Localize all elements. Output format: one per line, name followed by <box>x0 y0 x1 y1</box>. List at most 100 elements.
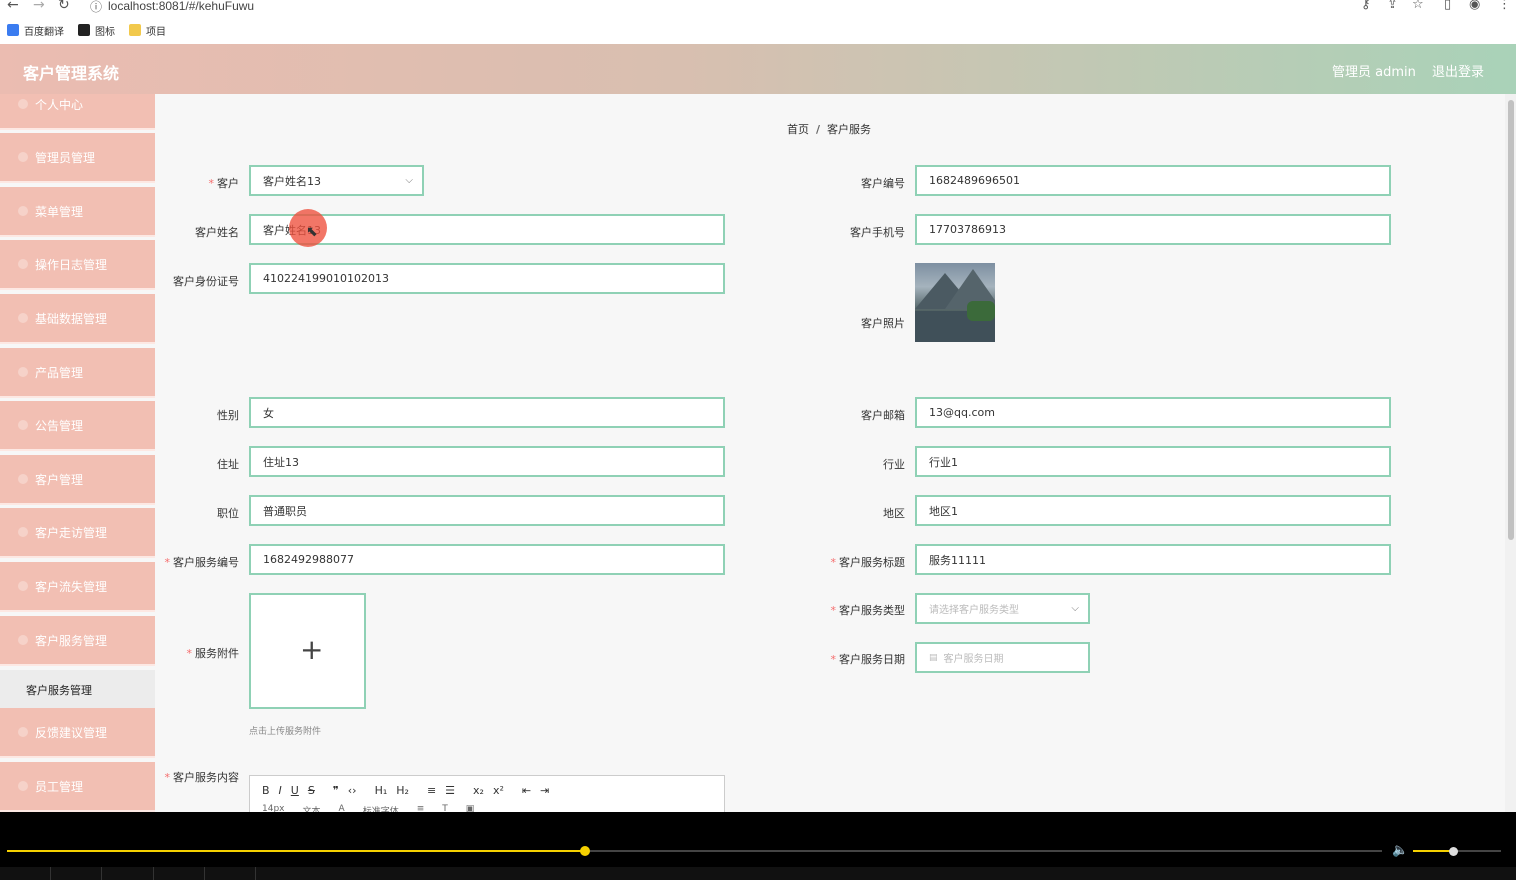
share-icon[interactable]: ⇪ <box>1387 0 1398 12</box>
back-icon[interactable]: ← <box>7 0 19 13</box>
service-date-picker[interactable]: ▤ 客户服务日期 <box>915 642 1090 673</box>
outdent-button[interactable]: ⇤ <box>522 784 531 797</box>
superscript-button[interactable]: x² <box>493 784 504 797</box>
sidebar-item-log[interactable]: 操作日志管理 <box>0 240 155 290</box>
sidebar-item-staff[interactable]: 员工管理 <box>0 762 155 812</box>
position-field[interactable]: 普通职员 <box>249 495 725 526</box>
service-no-field[interactable]: 1682492988077 <box>249 544 725 575</box>
bookmark-project[interactable]: 项目 <box>129 23 166 38</box>
url-text[interactable]: localhost:8081/#/kehuFuwu <box>108 0 254 13</box>
sidebar-item-notice[interactable]: 公告管理 <box>0 401 155 451</box>
info-icon[interactable]: ⓘ <box>90 0 102 15</box>
email-label: 客户邮箱 <box>861 409 905 422</box>
italic-button[interactable]: I <box>279 784 282 797</box>
volume-icon[interactable]: 🔈 <box>1392 843 1408 858</box>
service-type-select[interactable]: 请选择客户服务类型 ⌵ <box>915 593 1090 624</box>
sidebar-item-label: 反馈建议管理 <box>35 725 108 740</box>
address-row: ← → ↻ ⓘ localhost:8081/#/kehuFuwu ⚷ ⇪ ☆ … <box>0 0 1516 16</box>
sidebar-item-feedback[interactable]: 反馈建议管理 <box>0 708 155 758</box>
sidebar-item-label: 菜单管理 <box>35 204 84 219</box>
header-select[interactable]: 文本 <box>303 804 321 812</box>
customer-label: * 客户 <box>208 177 240 190</box>
sidebar-subitem-service[interactable]: 客户服务管理 <box>0 670 155 710</box>
idcard-field[interactable]: 410224199010102013 <box>249 263 725 294</box>
scrollbar-thumb[interactable] <box>1508 100 1514 540</box>
volume-handle[interactable] <box>1448 847 1458 856</box>
customer-photo[interactable] <box>915 263 995 342</box>
email-field[interactable]: 13@qq.com <box>915 397 1391 428</box>
divider <box>50 867 51 880</box>
code-button[interactable]: ‹› <box>348 784 357 797</box>
video-player-bar: 🔈 <box>0 812 1516 880</box>
logout-link[interactable]: 退出登录 <box>1432 61 1484 80</box>
clear-format-button[interactable]: T <box>442 804 448 812</box>
star-icon[interactable]: ☆ <box>1412 0 1424 12</box>
underline-button[interactable]: U <box>291 784 299 797</box>
sidebar-item-personal-center[interactable]: 个人中心 <box>0 94 155 130</box>
industry-field[interactable]: 行业1 <box>915 446 1391 477</box>
bold-button[interactable]: B <box>262 784 270 797</box>
service-title-label: * 客户服务标题 <box>830 556 906 569</box>
gender-field[interactable]: 女 <box>249 397 725 428</box>
sidebar-item-visit[interactable]: 客户走访管理 <box>0 508 155 558</box>
editor-toolbar-row2: 14px 文本 A 标准字体 ≡ T ▣ <box>262 804 492 812</box>
log-icon <box>18 259 28 269</box>
sidebar-item-service[interactable]: 客户服务管理 <box>0 616 155 666</box>
indent-button[interactable]: ⇥ <box>540 784 549 797</box>
staff-icon <box>18 781 28 791</box>
sidebar-item-customer[interactable]: 客户管理 <box>0 455 155 505</box>
sidebar-item-churn[interactable]: 客户流失管理 <box>0 562 155 612</box>
sidebar-item-admin[interactable]: 管理员管理 <box>0 133 155 183</box>
sidebar-item-label: 产品管理 <box>35 365 84 380</box>
customer-no-field[interactable]: 1682489696501 <box>915 165 1391 196</box>
breadcrumb-home[interactable]: 首页 <box>787 123 809 136</box>
service-icon <box>18 635 28 645</box>
h2-button[interactable]: H₂ <box>396 784 409 797</box>
divider <box>101 867 102 880</box>
rich-text-editor[interactable]: B I U S ❞ ‹› H₁ H₂ ≡ ☰ x₂ x² ⇤ ⇥ 14px 文本… <box>249 775 725 812</box>
address-field[interactable]: 住址13 <box>249 446 725 477</box>
customer-select[interactable]: 客户姓名13 ⌵ <box>249 165 424 196</box>
region-label: 地区 <box>883 507 905 520</box>
region-field[interactable]: 地区1 <box>915 495 1391 526</box>
sidebar-item-product[interactable]: 产品管理 <box>0 348 155 398</box>
phone-field[interactable]: 17703786913 <box>915 214 1391 245</box>
sidebar-item-menu[interactable]: 菜单管理 <box>0 187 155 237</box>
profile-icon[interactable]: ◉ <box>1469 0 1480 12</box>
image-button[interactable]: ▣ <box>466 804 475 812</box>
chevron-down-icon: ⌵ <box>1071 603 1079 614</box>
industry-label: 行业 <box>883 458 905 471</box>
align-button[interactable]: ≡ <box>417 804 425 812</box>
page-scrollbar[interactable] <box>1505 94 1516 812</box>
seek-track[interactable] <box>7 850 1382 852</box>
h1-button[interactable]: H₁ <box>375 784 388 797</box>
menu-list-icon <box>18 206 28 216</box>
subscript-button[interactable]: x₂ <box>473 784 484 797</box>
font-color-button[interactable]: A <box>339 804 345 812</box>
chevron-down-icon: ⌵ <box>405 175 413 186</box>
service-title-field[interactable]: 服务11111 <box>915 544 1391 575</box>
bookmark-icons[interactable]: 图标 <box>78 23 115 38</box>
seek-progress <box>7 850 585 852</box>
font-size-select[interactable]: 14px <box>262 804 285 812</box>
reload-icon[interactable]: ↻ <box>58 0 70 13</box>
service-date-placeholder: 客户服务日期 <box>943 654 1004 665</box>
bullet-list-button[interactable]: ☰ <box>445 784 455 797</box>
sidebar-item-basic-data[interactable]: 基础数据管理 <box>0 294 155 344</box>
seek-handle[interactable] <box>579 846 590 856</box>
ordered-list-button[interactable]: ≡ <box>427 784 436 797</box>
sidepanel-icon[interactable]: ▯ <box>1444 0 1451 12</box>
font-family-select[interactable]: 标准字体 <box>363 804 399 812</box>
app-header: 客户管理系统 管理员 admin 退出登录 <box>0 44 1516 94</box>
service-type-placeholder: 请选择客户服务类型 <box>929 605 1019 616</box>
main-content: 首页 / 客户服务 * 客户 客户姓名13 ⌵ 客户编号 1682489696501 … <box>155 94 1505 812</box>
menu-icon[interactable]: ⋮ <box>1498 0 1511 12</box>
quote-button[interactable]: ❞ <box>333 784 339 797</box>
strike-button[interactable]: S <box>308 784 315 797</box>
bookmark-baidu-translate[interactable]: 百度翻译 <box>7 23 64 38</box>
phone-label: 客户手机号 <box>850 226 905 239</box>
key-icon[interactable]: ⚷ <box>1361 0 1371 12</box>
forward-icon[interactable]: → <box>33 0 45 13</box>
attachment-upload[interactable]: + <box>249 593 366 709</box>
sidebar-item-label: 客户走访管理 <box>35 525 108 540</box>
